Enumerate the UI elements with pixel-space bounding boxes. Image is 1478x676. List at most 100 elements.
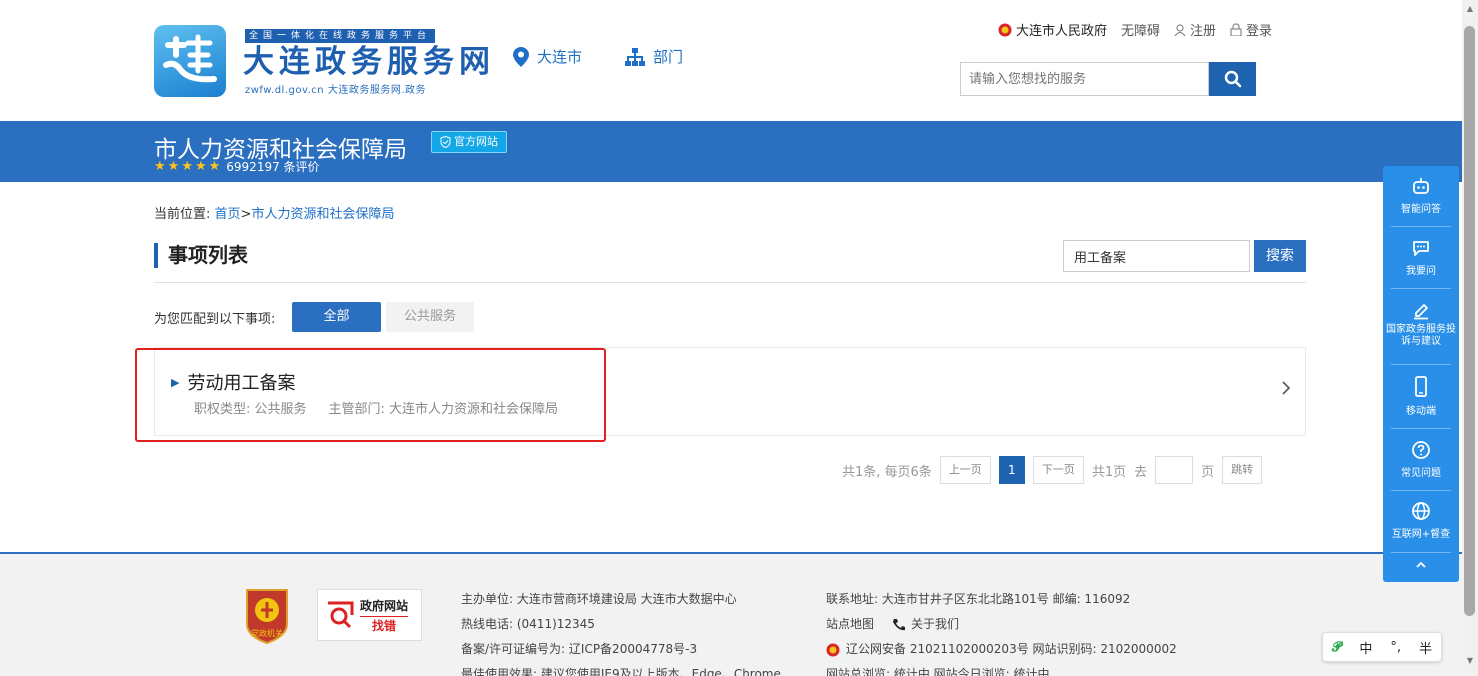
float-item-complaint[interactable]: 国家政务服务投诉与建议 — [1383, 300, 1459, 348]
ime-lang[interactable]: 中 — [1359, 638, 1372, 657]
org-chart-icon — [625, 47, 645, 66]
float-item-ask[interactable]: 我要问 — [1383, 238, 1459, 277]
breadcrumb-separator: > — [240, 207, 252, 222]
shield-check-icon — [440, 136, 451, 148]
next-page-button[interactable]: 下一页 — [1032, 456, 1084, 484]
ime-width[interactable]: 半 — [1419, 638, 1432, 657]
badge1-text: 党政机关 — [251, 628, 283, 638]
accessibility-link[interactable]: 无障碍 — [1121, 20, 1160, 39]
gov-site-error-report-badge[interactable]: 政府网站 找错 — [317, 589, 422, 641]
logo-domain: zwfw.dl.gov.cn 大连政务服务网.政务 — [245, 85, 426, 96]
footer-hotline: 热线电话: (0411)12345 — [461, 617, 595, 631]
site-logo-icon[interactable] — [154, 25, 226, 97]
lock-icon — [1230, 23, 1242, 36]
question-circle-icon — [1412, 441, 1430, 459]
official-site-badge[interactable]: 官方网站 — [431, 131, 507, 153]
item-type: 职权类型: 公共服务 — [194, 402, 307, 417]
footer-browser-tip: 最佳使用效果: 建议您使用IE9及以上版本、Edge、Chrome — [461, 667, 781, 676]
current-page-button[interactable]: 1 — [998, 456, 1025, 484]
ime-logo-icon: 𝓟 — [1331, 639, 1342, 655]
goto-prefix: 去 — [1134, 464, 1148, 480]
float-separator — [1391, 288, 1451, 289]
scroll-top-button[interactable] — [1383, 560, 1459, 574]
site-search-button[interactable] — [1209, 62, 1256, 96]
star-icon: ★ — [167, 159, 180, 174]
site-search-input[interactable] — [960, 62, 1209, 96]
float-item-label: 互联网+督查 — [1391, 529, 1451, 540]
robot-icon — [1413, 178, 1429, 194]
footer-contact-column: 联系地址: 大连市甘井子区东北北路101号 邮编: 116092 站点地图 关于… — [826, 587, 1177, 676]
footer-icp[interactable]: 备案/许可证编号为: 辽ICP备20004778号-3 — [461, 637, 781, 662]
magnifier-icon — [328, 601, 354, 629]
breadcrumb-current[interactable]: 市人力资源和社会保障局 — [251, 207, 394, 222]
float-item-mobile[interactable]: 移动端 — [1383, 376, 1459, 417]
breadcrumb-label: 当前位置: — [154, 207, 211, 222]
ime-punct[interactable]: °, — [1390, 640, 1401, 655]
department-label: 部门 — [653, 48, 684, 66]
gov-link-label: 大连市人民政府 — [1016, 24, 1108, 39]
scrollbar-thumb[interactable] — [1464, 26, 1475, 616]
footer-stats: 网站总浏览: 统计中 网站今日浏览: 统计中 — [826, 667, 1050, 676]
prev-page-button[interactable]: 上一页 — [939, 456, 991, 484]
department-selector[interactable]: 部门 — [625, 46, 683, 67]
float-service-panel: 智能问答 我要问 国家政务服务投诉与建议 移动端 常见问题 互联网+督查 — [1383, 166, 1459, 582]
triangle-right-icon: ▶ — [171, 375, 180, 389]
float-separator — [1391, 490, 1451, 491]
login-link[interactable]: 登录 — [1230, 20, 1272, 39]
gov-link[interactable]: 大连市人民政府 — [998, 20, 1107, 39]
float-item-smart-qa[interactable]: 智能问答 — [1383, 176, 1459, 215]
goto-suffix: 页 — [1201, 464, 1215, 480]
sitemap-link[interactable]: 站点地图 — [826, 612, 874, 637]
police-record[interactable]: 辽公网安备 21021102000203号 网站识别码: 2102000002 — [846, 637, 1177, 662]
star-icon: ★ — [208, 159, 221, 174]
department-rating: ★ ★ ★ ★ ★ 6992197 条评价 — [154, 158, 320, 175]
logo-tagline: 全国一体化在线政务服务平台 — [245, 29, 436, 43]
police-icon: 辽公网安备 21021102000203号 网站识别码: 2102000002 — [826, 637, 1177, 662]
chevron-right-icon[interactable] — [1281, 380, 1291, 401]
search-icon — [1224, 70, 1241, 88]
jump-button[interactable]: 跳转 — [1222, 456, 1263, 484]
scroll-down-arrow-icon[interactable]: ▼ — [1465, 656, 1475, 666]
float-item-faq[interactable]: 常见问题 — [1383, 440, 1459, 479]
star-icon: ★ — [194, 159, 207, 174]
float-item-label: 智能问答 — [1401, 204, 1441, 215]
about-link[interactable]: 关于我们 — [892, 612, 959, 637]
national-emblem-icon — [998, 23, 1012, 36]
login-label: 登录 — [1246, 24, 1273, 39]
item-dept: 主管部门: 大连市人力资源和社会保障局 — [328, 402, 559, 417]
ime-toolbar[interactable]: 𝓟 中 °, 半 — [1322, 632, 1442, 662]
filter-tab-public-service[interactable]: 公共服务 — [386, 302, 474, 332]
filter-label: 为您匹配到以下事项: — [154, 312, 276, 327]
keyword-search-input[interactable] — [1063, 240, 1250, 272]
section-divider — [154, 282, 1306, 283]
rating-count: 6992197 条评价 — [226, 160, 320, 174]
star-icon: ★ — [181, 159, 193, 174]
register-link[interactable]: 注册 — [1174, 20, 1216, 39]
badge2-line1: 政府网站 — [360, 598, 409, 613]
float-separator — [1391, 364, 1451, 365]
filter-tab-all[interactable]: 全部 — [292, 302, 381, 332]
about-label: 关于我们 — [911, 617, 960, 631]
chevron-up-icon — [1416, 561, 1426, 568]
globe-icon — [1412, 502, 1430, 520]
float-separator — [1391, 552, 1451, 553]
scroll-up-arrow-icon[interactable]: ▲ — [1465, 4, 1475, 14]
section-title: 事项列表 — [154, 243, 248, 268]
phone-icon — [893, 618, 906, 630]
list-item[interactable]: ▶ 劳动用工备案 职权类型: 公共服务 主管部门: 大连市人力资源和社会保障局 — [154, 347, 1306, 436]
keyword-search-button[interactable]: 搜索 — [1254, 240, 1306, 272]
goto-page-input[interactable] — [1155, 456, 1194, 484]
map-pin-icon — [513, 46, 529, 67]
item-title-row[interactable]: ▶ 劳动用工备案 — [171, 369, 295, 395]
float-item-supervision[interactable]: 互联网+督查 — [1383, 501, 1459, 540]
location-city-selector[interactable]: 大连市 — [513, 46, 582, 67]
footer-info-column: 主办单位: 大连市营商环境建设局 大连市大数据中心 热线电话: (0411)12… — [461, 587, 781, 676]
location-city-label: 大连市 — [537, 48, 583, 66]
logo-title[interactable]: 大连政务服务网 — [243, 44, 495, 80]
top-links: 大连市人民政府 无障碍 注册 登录 — [998, 20, 1272, 39]
party-gov-badge-icon[interactable]: 党政机关 — [243, 586, 291, 645]
item-title[interactable]: 劳动用工备案 — [187, 369, 295, 395]
user-icon — [1174, 23, 1186, 36]
breadcrumb-home[interactable]: 首页 — [215, 207, 241, 222]
edit-pen-icon — [1414, 304, 1428, 320]
